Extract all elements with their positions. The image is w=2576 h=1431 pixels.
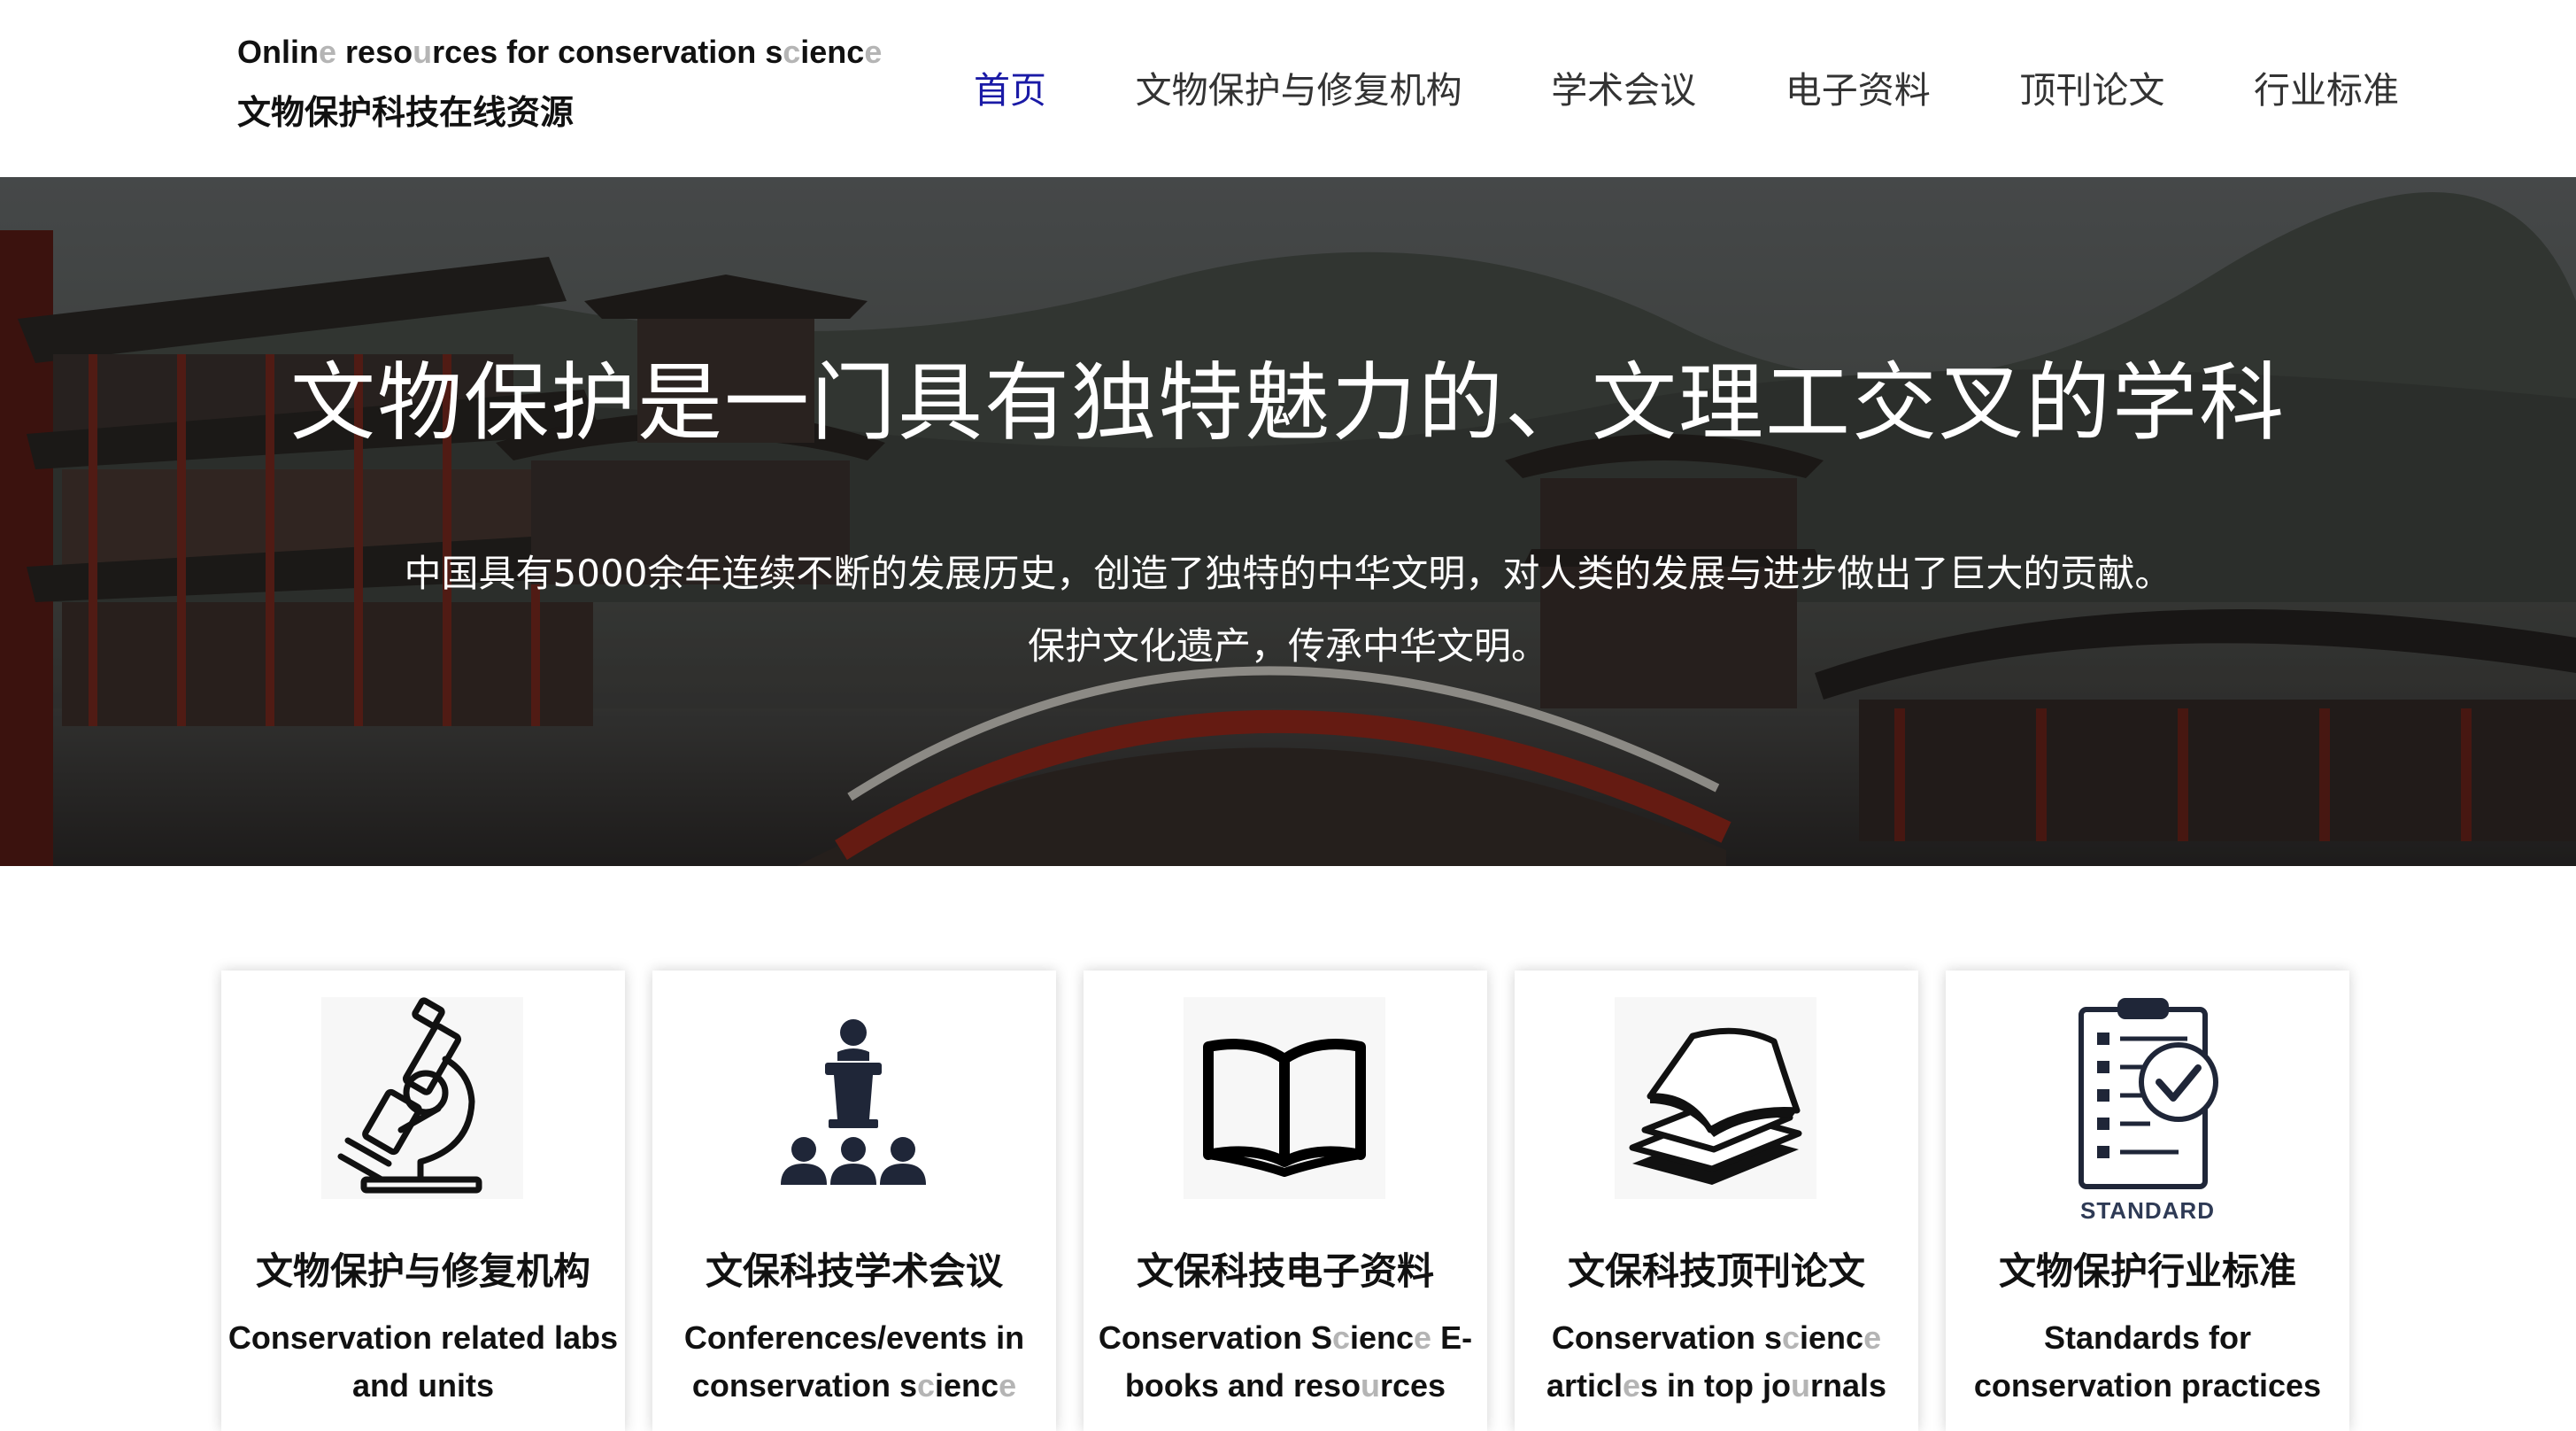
card-title: 文物保护行业标准 [1998, 1249, 2296, 1293]
nav-item-4[interactable]: 电子资料 [1785, 60, 1931, 113]
description-text: Conferences/events in [683, 1319, 1025, 1356]
card-description-line: conservation science [652, 1362, 1056, 1410]
paper-stack-icon [1615, 997, 1816, 1199]
card-description-line: Conservation science [1515, 1314, 1918, 1362]
description-text: s in top jo [1640, 1367, 1791, 1404]
hero-banner: 文物保护是一门具有独特魅力的、文理工交叉的学科 中国具有5000余年连续不断的发… [0, 177, 2576, 866]
card-academic-conferences[interactable]: 文保科技学术会议 Conferences/events in conservati… [652, 971, 1056, 1431]
brand-faint-letter: u [413, 34, 433, 70]
faint-letter: e [1863, 1319, 1882, 1356]
card-description-line: and units [221, 1362, 625, 1410]
site-header: Online resources for conservation scienc… [0, 0, 2576, 177]
brand-chinese-title: 文物保护科技在线资源 [237, 93, 575, 132]
card-title: 文保科技顶刊论文 [1567, 1249, 1865, 1293]
card-title: 文保科技学术会议 [705, 1249, 1003, 1293]
open-book-icon [1184, 997, 1385, 1199]
faint-letter: c [1331, 1319, 1350, 1356]
hero-overlay [0, 177, 2576, 866]
nav-item-6[interactable]: 行业标准 [2254, 60, 2399, 113]
card-description: Conservation related labs and units [221, 1314, 625, 1410]
brand-text-segment: rces for conservation s [432, 34, 783, 70]
description-text: rces [1379, 1367, 1446, 1404]
description-text: Conservation related labs [228, 1319, 619, 1356]
nav-item-3[interactable]: 学术会议 [1551, 60, 1696, 113]
resource-cards: 文物保护与修复机构 Conservation related labs and u… [221, 971, 2349, 1431]
card-description: Conferences/events in conservation scienc… [652, 1314, 1056, 1410]
description-text: and units [352, 1367, 494, 1404]
hero-subtitle-line-1: 中国具有5000余年连续不断的发展历史，创造了独特的中华文明，对人类的发展与进步… [404, 552, 2172, 595]
faint-letter: c [1781, 1319, 1801, 1356]
nav-item-5[interactable]: 顶刊论文 [2019, 60, 2164, 113]
card-e-resources[interactable]: 文保科技电子资料 Conservation Science E-books an… [1084, 971, 1487, 1431]
card-top-journal-papers[interactable]: 文保科技顶刊论文 Conservation science articles in… [1515, 971, 1918, 1431]
site-brand[interactable]: Online resources for conservation scienc… [237, 30, 882, 135]
card-description-line: Standards for [1946, 1314, 2349, 1362]
faint-letter: e [999, 1367, 1017, 1404]
card-description-line: Conservation Science E- [1084, 1314, 1487, 1362]
description-text: ienc [1800, 1319, 1864, 1356]
hero-title: 文物保护是一门具有独特魅力的、文理工交叉的学科 [290, 353, 2286, 453]
card-conservation-institutions[interactable]: 文物保护与修复机构 Conservation related labs and u… [221, 971, 625, 1431]
microscope-icon [321, 997, 523, 1199]
description-text: Conservation S [1098, 1319, 1332, 1356]
brand-english-title: Online resources for conservation scienc… [237, 30, 882, 74]
brand-text-segment: ienc [800, 34, 865, 70]
brand-text-segment: Onlin [237, 34, 319, 70]
conference-speaker-icon [752, 997, 954, 1199]
brand-faint-letter: c [783, 34, 801, 70]
card-title: 文保科技电子资料 [1136, 1249, 1434, 1293]
clipboard-check-icon [2046, 997, 2248, 1199]
card-description: Standards for conservation practices [1946, 1314, 2349, 1410]
faint-letter: u [1360, 1367, 1380, 1404]
card-description-line: books and resources [1084, 1362, 1487, 1410]
card-kicker: STANDARD [2080, 1197, 2215, 1224]
description-text: articl [1546, 1367, 1623, 1404]
card-description-line: Conferences/events in [652, 1314, 1056, 1362]
faint-letter: u [1791, 1367, 1810, 1404]
nav-item-1[interactable]: 首页 [974, 60, 1046, 113]
description-text: Conservation s [1551, 1319, 1782, 1356]
description-text: conservation s [691, 1367, 917, 1404]
description-text: conservation practices [1973, 1367, 2322, 1404]
description-text: Standards for [2043, 1319, 2252, 1356]
card-description-line: conservation practices [1946, 1362, 2349, 1410]
card-description: Conservation science articles in top jour… [1515, 1314, 1918, 1410]
main-nav: 首页 文物保护与修复机构 学术会议 电子资料 顶刊论文 行业标准 [974, 60, 2399, 113]
description-text: E- [1431, 1319, 1473, 1356]
card-description-line: articles in top journals [1515, 1362, 1918, 1410]
faint-letter: e [1414, 1319, 1432, 1356]
hero-subtitle-line-2: 保护文化遗产，传承中华文明。 [1027, 624, 1548, 668]
description-text: ienc [1350, 1319, 1415, 1356]
description-text: rnals [1810, 1367, 1887, 1404]
card-description-line: Conservation related labs [221, 1314, 625, 1362]
brand-text-segment: reso [336, 34, 413, 70]
description-text: books and reso [1124, 1367, 1361, 1404]
faint-letter: e [1622, 1367, 1641, 1404]
brand-faint-letter: e [319, 34, 337, 70]
brand-faint-letter: e [864, 34, 883, 70]
card-description: Conservation Science E-books and resourc… [1084, 1314, 1487, 1410]
card-title: 文物保护与修复机构 [255, 1249, 590, 1293]
nav-item-2[interactable]: 文物保护与修复机构 [1136, 60, 1462, 113]
card-industry-standards[interactable]: STANDARD 文物保护行业标准 Standards for conservat… [1946, 971, 2349, 1431]
description-text: ienc [935, 1367, 999, 1404]
faint-letter: c [916, 1367, 936, 1404]
